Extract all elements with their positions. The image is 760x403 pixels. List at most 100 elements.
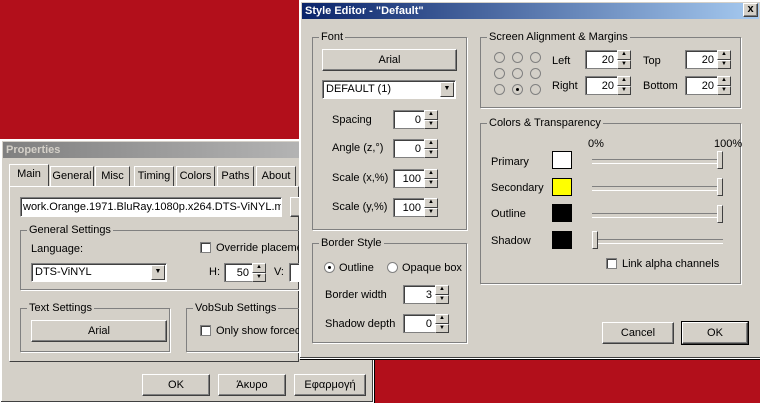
spin-up-icon[interactable]: ▲ xyxy=(617,50,631,60)
left-margin-label: Left xyxy=(552,55,571,67)
angle-value[interactable]: 0 xyxy=(393,139,424,158)
right-margin-value[interactable]: 20 xyxy=(585,76,617,95)
tab-main[interactable]: Main xyxy=(9,164,49,186)
align-bottom-left-radio[interactable] xyxy=(494,84,505,95)
align-bottom-right-radio[interactable] xyxy=(530,84,541,95)
charset-select[interactable]: DEFAULT (1) ▼ xyxy=(322,80,456,99)
secondary-label: Secondary xyxy=(491,182,544,194)
align-middle-left-radio[interactable] xyxy=(494,68,505,79)
align-middle-center-radio[interactable] xyxy=(512,68,523,79)
tab-misc[interactable]: Misc xyxy=(95,166,130,186)
align-top-right-radio[interactable] xyxy=(530,52,541,63)
angle-spinner[interactable]: 0 ▲ ▼ xyxy=(393,139,438,158)
shadow-depth-value[interactable]: 0 xyxy=(403,314,435,333)
left-margin-spinner[interactable]: 20 ▲ ▼ xyxy=(585,50,631,69)
outline-color-swatch[interactable] xyxy=(552,204,572,222)
tab-timing[interactable]: Timing xyxy=(134,166,174,186)
style-cancel-button[interactable]: Cancel xyxy=(602,322,674,344)
v-label: V: xyxy=(274,266,284,278)
only-forced-checkbox[interactable] xyxy=(200,325,211,336)
tab-about[interactable]: About xyxy=(256,166,296,186)
spin-up-icon[interactable]: ▲ xyxy=(617,76,631,86)
shadow-color-swatch[interactable] xyxy=(552,231,572,249)
spin-down-icon[interactable]: ▼ xyxy=(617,85,631,95)
outline-color-label: Outline xyxy=(491,208,526,220)
scale-x-label: Scale (x,%) xyxy=(332,172,389,184)
spin-down-icon[interactable]: ▼ xyxy=(435,294,449,304)
spin-up-icon[interactable]: ▲ xyxy=(424,169,438,179)
spacing-spinner[interactable]: 0 ▲ ▼ xyxy=(393,110,438,129)
spacing-label: Spacing xyxy=(332,114,372,126)
spacing-value[interactable]: 0 xyxy=(393,110,424,129)
spin-down-icon[interactable]: ▼ xyxy=(717,59,731,69)
spin-up-icon[interactable]: ▲ xyxy=(717,50,731,60)
align-bottom-center-radio[interactable] xyxy=(512,84,523,95)
secondary-alpha-thumb[interactable] xyxy=(717,178,723,196)
spin-up-icon[interactable]: ▲ xyxy=(252,263,266,273)
shadow-alpha-track[interactable] xyxy=(592,239,723,244)
h-label: H: xyxy=(209,266,220,278)
bottom-margin-spinner[interactable]: 20 ▲ ▼ xyxy=(685,76,731,95)
spin-down-icon[interactable]: ▼ xyxy=(435,323,449,333)
primary-alpha-thumb[interactable] xyxy=(717,151,723,169)
tab-colors[interactable]: Colors xyxy=(176,166,215,186)
shadow-depth-spinner[interactable]: 0 ▲ ▼ xyxy=(403,314,449,333)
border-width-value[interactable]: 3 xyxy=(403,285,435,304)
outline-alpha-thumb[interactable] xyxy=(717,205,723,223)
primary-alpha-track[interactable] xyxy=(592,159,723,164)
spin-down-icon[interactable]: ▼ xyxy=(617,59,631,69)
spin-up-icon[interactable]: ▲ xyxy=(435,314,449,324)
scale-x-value[interactable]: 100 xyxy=(393,169,424,188)
tab-general[interactable]: General xyxy=(50,166,94,186)
border-width-spinner[interactable]: 3 ▲ ▼ xyxy=(403,285,449,304)
properties-ok-button[interactable]: OK xyxy=(142,374,210,396)
spin-up-icon[interactable]: ▲ xyxy=(717,76,731,86)
chevron-down-icon[interactable]: ▼ xyxy=(151,265,165,280)
secondary-alpha-track[interactable] xyxy=(592,186,723,191)
h-value[interactable]: 50 xyxy=(224,263,252,282)
spin-down-icon[interactable]: ▼ xyxy=(424,178,438,188)
right-margin-spinner[interactable]: 20 ▲ ▼ xyxy=(585,76,631,95)
outline-alpha-track[interactable] xyxy=(592,213,723,218)
secondary-color-swatch[interactable] xyxy=(552,178,572,196)
left-margin-value[interactable]: 20 xyxy=(585,50,617,69)
font-button[interactable]: Arial xyxy=(322,49,457,71)
spin-down-icon[interactable]: ▼ xyxy=(424,207,438,217)
text-font-button[interactable]: Arial xyxy=(31,320,167,342)
align-top-center-radio[interactable] xyxy=(512,52,523,63)
chevron-down-icon[interactable]: ▼ xyxy=(440,82,454,97)
filename-field[interactable]: work.Orange.1971.BluRay.1080p.x264.DTS-V… xyxy=(20,197,282,217)
top-margin-spinner[interactable]: 20 ▲ ▼ xyxy=(685,50,731,69)
spin-up-icon[interactable]: ▲ xyxy=(424,139,438,149)
spin-up-icon[interactable]: ▲ xyxy=(424,198,438,208)
spin-down-icon[interactable]: ▼ xyxy=(424,148,438,158)
link-alpha-checkbox[interactable] xyxy=(606,258,617,269)
shadow-alpha-thumb[interactable] xyxy=(592,231,598,249)
properties-apply-button[interactable]: Εφαρμογή xyxy=(294,374,366,396)
style-ok-button[interactable]: OK xyxy=(681,321,749,345)
scale-y-value[interactable]: 100 xyxy=(393,198,424,217)
spin-down-icon[interactable]: ▼ xyxy=(252,272,266,282)
charset-value: DEFAULT (1) xyxy=(326,83,391,95)
language-select[interactable]: DTS-ViNYL ▼ xyxy=(31,263,167,282)
scale-y-spinner[interactable]: 100 ▲ ▼ xyxy=(393,198,438,217)
bottom-margin-value[interactable]: 20 xyxy=(685,76,717,95)
outline-radio[interactable] xyxy=(324,262,335,273)
shadow-color-label: Shadow xyxy=(491,235,531,247)
align-top-left-radio[interactable] xyxy=(494,52,505,63)
colors-label: Colors & Transparency xyxy=(487,117,603,129)
spin-down-icon[interactable]: ▼ xyxy=(424,119,438,129)
spin-down-icon[interactable]: ▼ xyxy=(717,85,731,95)
close-icon[interactable]: x xyxy=(743,3,758,17)
opaque-box-radio[interactable] xyxy=(387,262,398,273)
spin-up-icon[interactable]: ▲ xyxy=(435,285,449,295)
properties-cancel-button[interactable]: Άκυρο xyxy=(218,374,286,396)
override-placement-checkbox[interactable] xyxy=(200,242,211,253)
h-spinner[interactable]: 50 ▲ ▼ xyxy=(224,263,266,282)
align-middle-right-radio[interactable] xyxy=(530,68,541,79)
scale-x-spinner[interactable]: 100 ▲ ▼ xyxy=(393,169,438,188)
spin-up-icon[interactable]: ▲ xyxy=(424,110,438,120)
top-margin-value[interactable]: 20 xyxy=(685,50,717,69)
primary-color-swatch[interactable] xyxy=(552,151,572,169)
tab-paths[interactable]: Paths xyxy=(217,166,254,186)
